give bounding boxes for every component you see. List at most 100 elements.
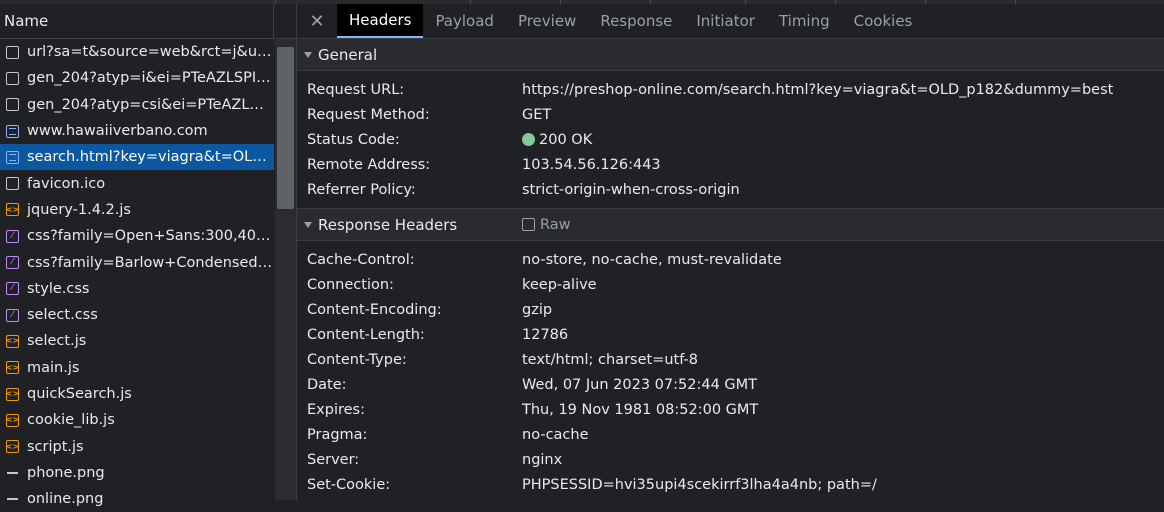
request-name: url?sa=t&source=web&rct=j&url=...: [27, 44, 273, 61]
response-header-value[interactable]: Thu, 19 Nov 1981 08:52:00 GMT: [522, 402, 758, 418]
request-name: script.js: [27, 438, 84, 455]
request-row[interactable]: ⁄ select.css: [0, 302, 274, 328]
response-header-row: Expires: Thu, 19 Nov 1981 08:52:00 GMT: [297, 397, 1164, 422]
response-header-row: Connection: keep-alive: [297, 272, 1164, 297]
request-name: gen_204?atyp=csi&ei=PTeAZLSPIty...: [27, 96, 273, 113]
request-row[interactable]: gen_204?atyp=i&ei=PTeAZLSPItyF...: [0, 65, 274, 91]
request-list-pane: Name url?sa=t&source=web&rct=j&url=... ge…: [0, 4, 297, 507]
response-header-row: Content-Type: text/html; charset=utf-8: [297, 347, 1164, 372]
request-row[interactable]: ⁄ css?family=Barlow+Condensed:300...: [0, 249, 274, 275]
column-divider[interactable]: [273, 4, 274, 38]
general-header-value[interactable]: GET: [522, 107, 551, 123]
request-name: css?family=Barlow+Condensed:300...: [27, 254, 273, 271]
response-header-row: Content-Encoding: gzip: [297, 297, 1164, 322]
script-icon: <>: [6, 440, 19, 454]
raw-toggle[interactable]: Raw: [522, 217, 571, 233]
response-header-key: Content-Type:: [307, 351, 407, 368]
script-icon: <>: [6, 334, 19, 348]
general-header-row: Request URL: https://preshop-online.com/s…: [297, 77, 1164, 102]
request-name: search.html?key=viagra&t=OLD_p1...: [27, 149, 273, 166]
tab-cookies[interactable]: Cookies: [842, 4, 925, 38]
response-header-key: Pragma:: [307, 426, 368, 443]
name-column-label: Name: [4, 12, 49, 30]
tab-preview[interactable]: Preview: [506, 4, 588, 38]
general-header-row: Referrer Policy: strict-origin-when-cross…: [297, 177, 1164, 202]
response-header-value-text: nginx: [522, 451, 563, 468]
response-header-value[interactable]: keep-alive: [522, 277, 597, 293]
response-header-value-text: 12786: [522, 326, 569, 343]
general-header-value[interactable]: 200 OK: [522, 132, 592, 148]
response-header-value[interactable]: gzip: [522, 302, 552, 318]
scrollbar-thumb[interactable]: [277, 47, 294, 209]
stylesheet-icon: ⁄: [6, 256, 19, 270]
request-name: main.js: [27, 359, 80, 376]
request-row[interactable]: online.png: [0, 486, 274, 512]
stylesheet-icon: ⁄: [6, 308, 19, 322]
response-header-row: Content-Length: 12786: [297, 322, 1164, 347]
section-divider: [297, 202, 1164, 209]
request-list: url?sa=t&source=web&rct=j&url=... gen_204…: [0, 39, 274, 512]
name-column-header[interactable]: Name: [0, 4, 296, 39]
general-section-header[interactable]: General: [297, 39, 1164, 71]
general-header-key: Remote Address:: [307, 156, 431, 173]
close-icon[interactable]: ✕: [297, 4, 337, 38]
request-row[interactable]: ⁄ style.css: [0, 276, 274, 302]
general-header-value[interactable]: 103.54.56.126:443: [522, 157, 661, 173]
request-row[interactable]: favicon.ico: [0, 170, 274, 196]
request-row[interactable]: url?sa=t&source=web&rct=j&url=...: [0, 39, 274, 65]
script-icon: <>: [6, 387, 19, 401]
response-header-key: Server:: [307, 451, 360, 468]
response-headers-section-header[interactable]: Response Headers Raw: [297, 209, 1164, 241]
details-tab-bar: ✕ Headers Payload Preview Response Initiator…: [297, 4, 1164, 39]
general-header-value[interactable]: https://preshop-online.com/search.html?k…: [522, 82, 1113, 98]
image-icon: [6, 493, 19, 506]
request-name: gen_204?atyp=i&ei=PTeAZLSPItyF...: [27, 70, 273, 87]
general-header-value-text: https://preshop-online.com/search.html?k…: [522, 81, 1114, 98]
response-headers-section-title: Response Headers: [318, 215, 458, 234]
response-header-key: Connection:: [307, 276, 394, 293]
request-row[interactable]: <> cookie_lib.js: [0, 407, 274, 433]
request-row[interactable]: gen_204?atyp=csi&ei=PTeAZLSPIty...: [0, 92, 274, 118]
response-header-value[interactable]: 12786: [522, 327, 568, 343]
request-row[interactable]: ⁄ css?family=Open+Sans:300,400,600: [0, 223, 274, 249]
request-row[interactable]: <> main.js: [0, 355, 274, 381]
response-header-row: Server: nginx: [297, 447, 1164, 472]
general-header-value-text: strict-origin-when-cross-origin: [522, 181, 740, 198]
request-row[interactable]: search.html?key=viagra&t=OLD_p1...: [0, 144, 274, 171]
request-row[interactable]: phone.png: [0, 460, 274, 486]
response-header-row: Cache-Control: no-store, no-cache, must-r…: [297, 247, 1164, 272]
request-row[interactable]: <> jquery-1.4.2.js: [0, 197, 274, 223]
tab-headers[interactable]: Headers: [337, 4, 424, 38]
response-header-value[interactable]: no-store, no-cache, must-revalidate: [522, 252, 782, 268]
response-header-value[interactable]: PHPSESSID=hvi35upi4scekirrf3lha4a4nb; pa…: [522, 477, 877, 493]
request-name: online.png: [27, 491, 104, 508]
response-header-value[interactable]: nginx: [522, 452, 562, 468]
general-rows: Request URL: https://preshop-online.com/s…: [297, 71, 1164, 202]
request-row[interactable]: <> script.js: [0, 433, 274, 459]
file-icon: [6, 71, 19, 85]
request-name: style.css: [27, 280, 90, 297]
general-header-value-text: GET: [522, 106, 552, 123]
request-name: www.hawaiiverbano.com: [27, 123, 208, 140]
request-row[interactable]: <> select.js: [0, 328, 274, 354]
script-icon: <>: [6, 203, 19, 217]
raw-checkbox[interactable]: [522, 218, 535, 231]
response-header-value[interactable]: Wed, 07 Jun 2023 07:52:44 GMT: [522, 377, 757, 393]
general-header-key: Request Method:: [307, 106, 430, 123]
request-row[interactable]: www.hawaiiverbano.com: [0, 118, 274, 144]
tab-initiator[interactable]: Initiator: [684, 4, 767, 38]
response-header-value-text: Thu, 19 Nov 1981 08:52:00 GMT: [522, 401, 759, 418]
general-header-value[interactable]: strict-origin-when-cross-origin: [522, 182, 740, 198]
response-header-key: Date:: [307, 376, 347, 393]
response-header-row: Date: Wed, 07 Jun 2023 07:52:44 GMT: [297, 372, 1164, 397]
request-row[interactable]: <> quickSearch.js: [0, 381, 274, 407]
tab-response[interactable]: Response: [588, 4, 684, 38]
request-name: css?family=Open+Sans:300,400,600: [27, 228, 273, 245]
request-list-scrollbar[interactable]: [275, 39, 296, 500]
response-header-value[interactable]: text/html; charset=utf-8: [522, 352, 698, 368]
response-header-value[interactable]: no-cache: [522, 427, 589, 443]
tab-timing[interactable]: Timing: [767, 4, 842, 38]
response-header-row: Pragma: no-cache: [297, 422, 1164, 447]
response-header-value-text: keep-alive: [522, 276, 597, 293]
tab-payload[interactable]: Payload: [423, 4, 506, 38]
